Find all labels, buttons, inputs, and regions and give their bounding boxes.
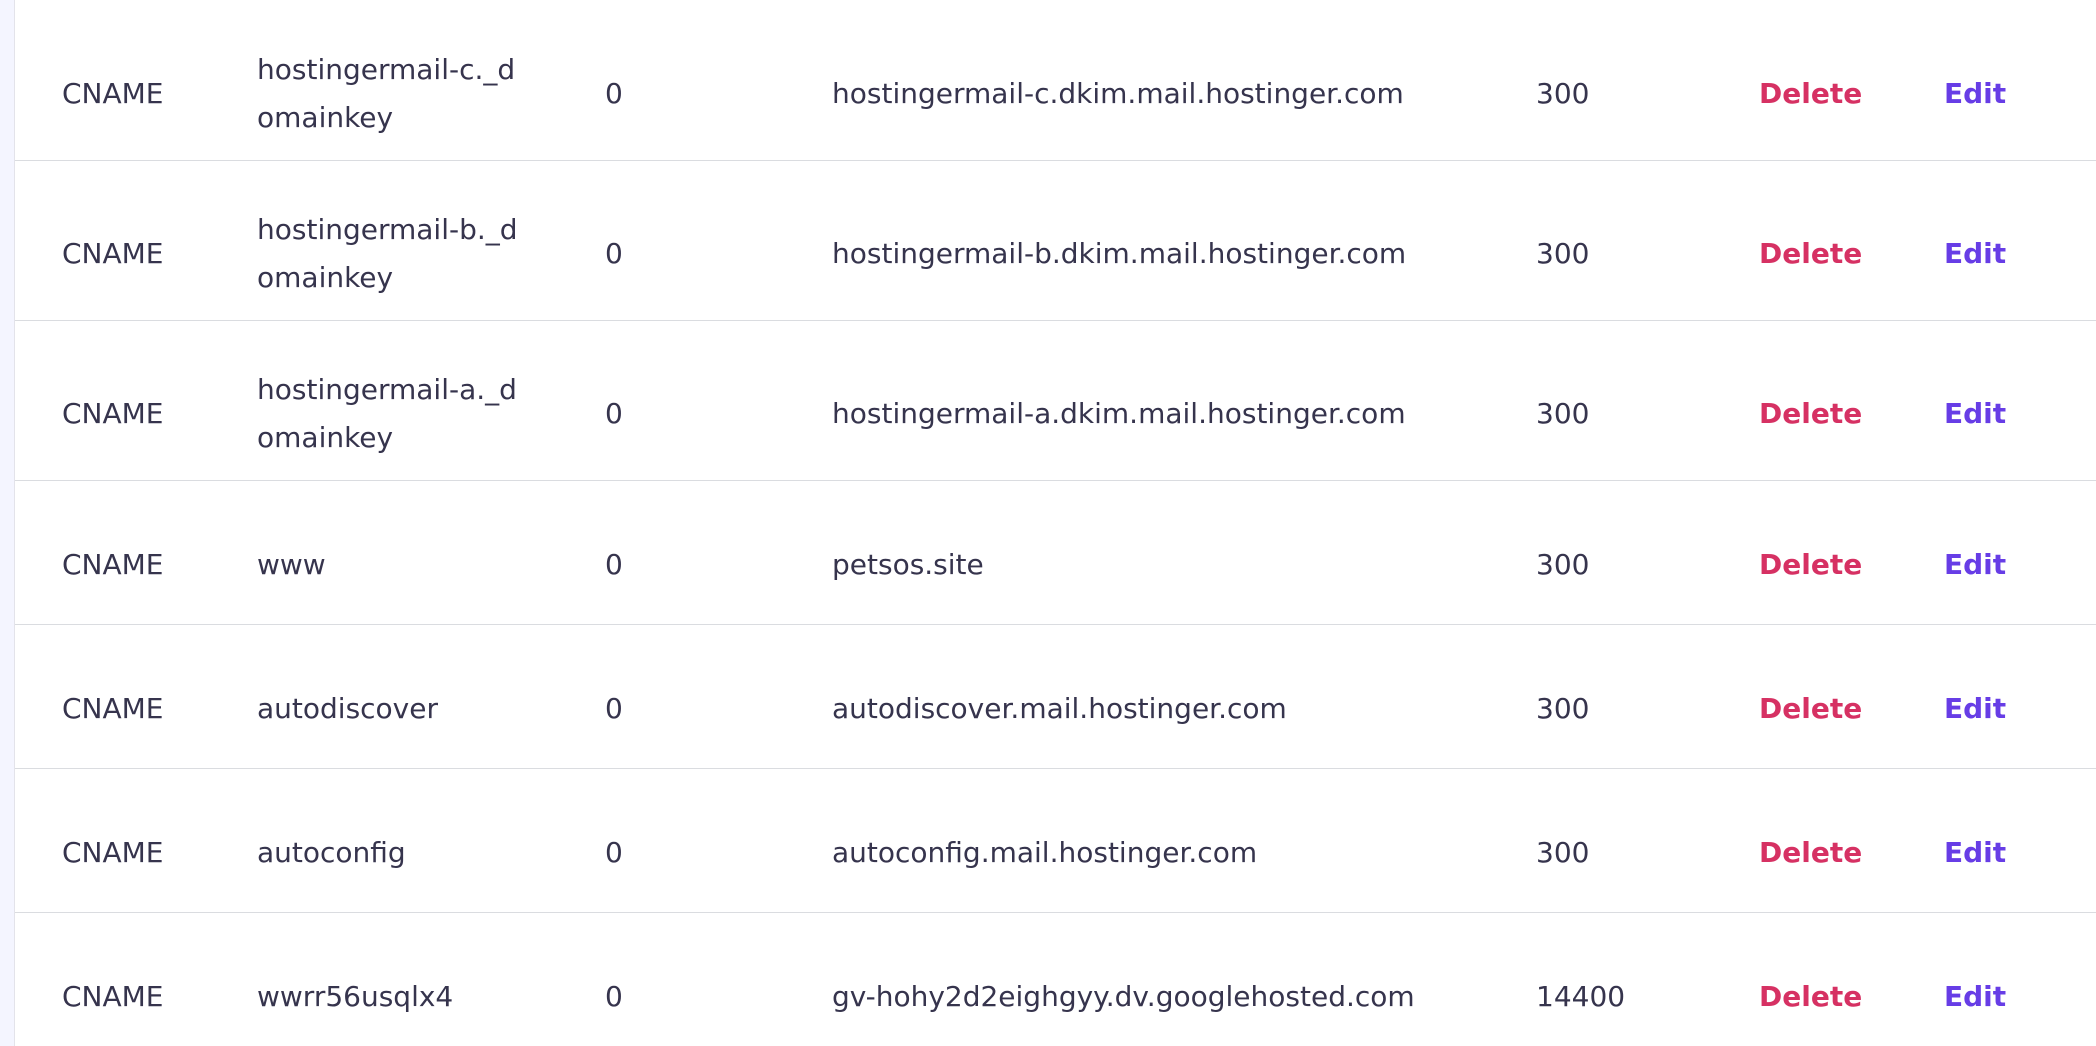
record-priority: 0 — [605, 692, 623, 725]
record-priority: 0 — [605, 397, 623, 430]
record-priority: 0 — [605, 980, 623, 1013]
dns-records-card: CNAME hostingermail-c._domainkey 0 hosti… — [15, 0, 2096, 1046]
record-type: CNAME — [62, 980, 164, 1013]
record-type: CNAME — [62, 397, 164, 430]
table-row: CNAME autoconfig 0 autoconfig.mail.hosti… — [15, 768, 2096, 913]
edit-button[interactable]: Edit — [1944, 230, 2006, 278]
record-ttl: 300 — [1536, 836, 1590, 869]
table-row: CNAME hostingermail-c._domainkey 0 hosti… — [15, 0, 2096, 161]
record-name: wwrr56usqlx4 — [257, 980, 454, 1013]
delete-button[interactable]: Delete — [1759, 390, 1862, 438]
delete-button[interactable]: Delete — [1759, 230, 1862, 278]
record-name: hostingermail-a._domainkey — [257, 373, 517, 454]
record-ttl: 300 — [1536, 397, 1590, 430]
record-name: www — [257, 548, 326, 581]
record-name: autoconfig — [257, 836, 406, 869]
table-row: CNAME www 0 petsos.site 300 Delete Edit — [15, 480, 2096, 625]
delete-button[interactable]: Delete — [1759, 973, 1862, 1021]
edit-button[interactable]: Edit — [1944, 973, 2006, 1021]
delete-button[interactable]: Delete — [1759, 685, 1862, 733]
record-type: CNAME — [62, 237, 164, 270]
record-type: CNAME — [62, 77, 164, 110]
left-rail — [0, 0, 15, 1046]
table-row: CNAME wwrr56usqlx4 0 gv-hohy2d2eighgyy.d… — [15, 912, 2096, 1046]
edit-button[interactable]: Edit — [1944, 541, 2006, 589]
record-ttl: 14400 — [1536, 980, 1626, 1013]
record-ttl: 300 — [1536, 692, 1590, 725]
record-content: hostingermail-a.dkim.mail.hostinger.com — [832, 397, 1406, 430]
edit-button[interactable]: Edit — [1944, 70, 2006, 118]
record-type: CNAME — [62, 836, 164, 869]
table-row: CNAME hostingermail-a._domainkey 0 hosti… — [15, 320, 2096, 481]
record-ttl: 300 — [1536, 237, 1590, 270]
delete-button[interactable]: Delete — [1759, 541, 1862, 589]
table-row: CNAME autodiscover 0 autodiscover.mail.h… — [15, 624, 2096, 769]
record-content: autoconfig.mail.hostinger.com — [832, 836, 1258, 869]
record-priority: 0 — [605, 836, 623, 869]
record-priority: 0 — [605, 237, 623, 270]
edit-button[interactable]: Edit — [1944, 390, 2006, 438]
record-content: petsos.site — [832, 548, 984, 581]
delete-button[interactable]: Delete — [1759, 829, 1862, 877]
record-name: hostingermail-b._domainkey — [257, 213, 518, 294]
edit-button[interactable]: Edit — [1944, 829, 2006, 877]
record-content: hostingermail-c.dkim.mail.hostinger.com — [832, 77, 1404, 110]
record-priority: 0 — [605, 548, 623, 581]
record-content: gv-hohy2d2eighgyy.dv.googlehosted.com — [832, 980, 1415, 1013]
record-content: hostingermail-b.dkim.mail.hostinger.com — [832, 237, 1407, 270]
edit-button[interactable]: Edit — [1944, 685, 2006, 733]
record-priority: 0 — [605, 77, 623, 110]
record-ttl: 300 — [1536, 77, 1590, 110]
record-name: hostingermail-c._domainkey — [257, 53, 516, 134]
record-name: autodiscover — [257, 692, 438, 725]
table-row: CNAME hostingermail-b._domainkey 0 hosti… — [15, 160, 2096, 321]
record-ttl: 300 — [1536, 548, 1590, 581]
delete-button[interactable]: Delete — [1759, 70, 1862, 118]
record-type: CNAME — [62, 548, 164, 581]
record-type: CNAME — [62, 692, 164, 725]
record-content: autodiscover.mail.hostinger.com — [832, 692, 1287, 725]
